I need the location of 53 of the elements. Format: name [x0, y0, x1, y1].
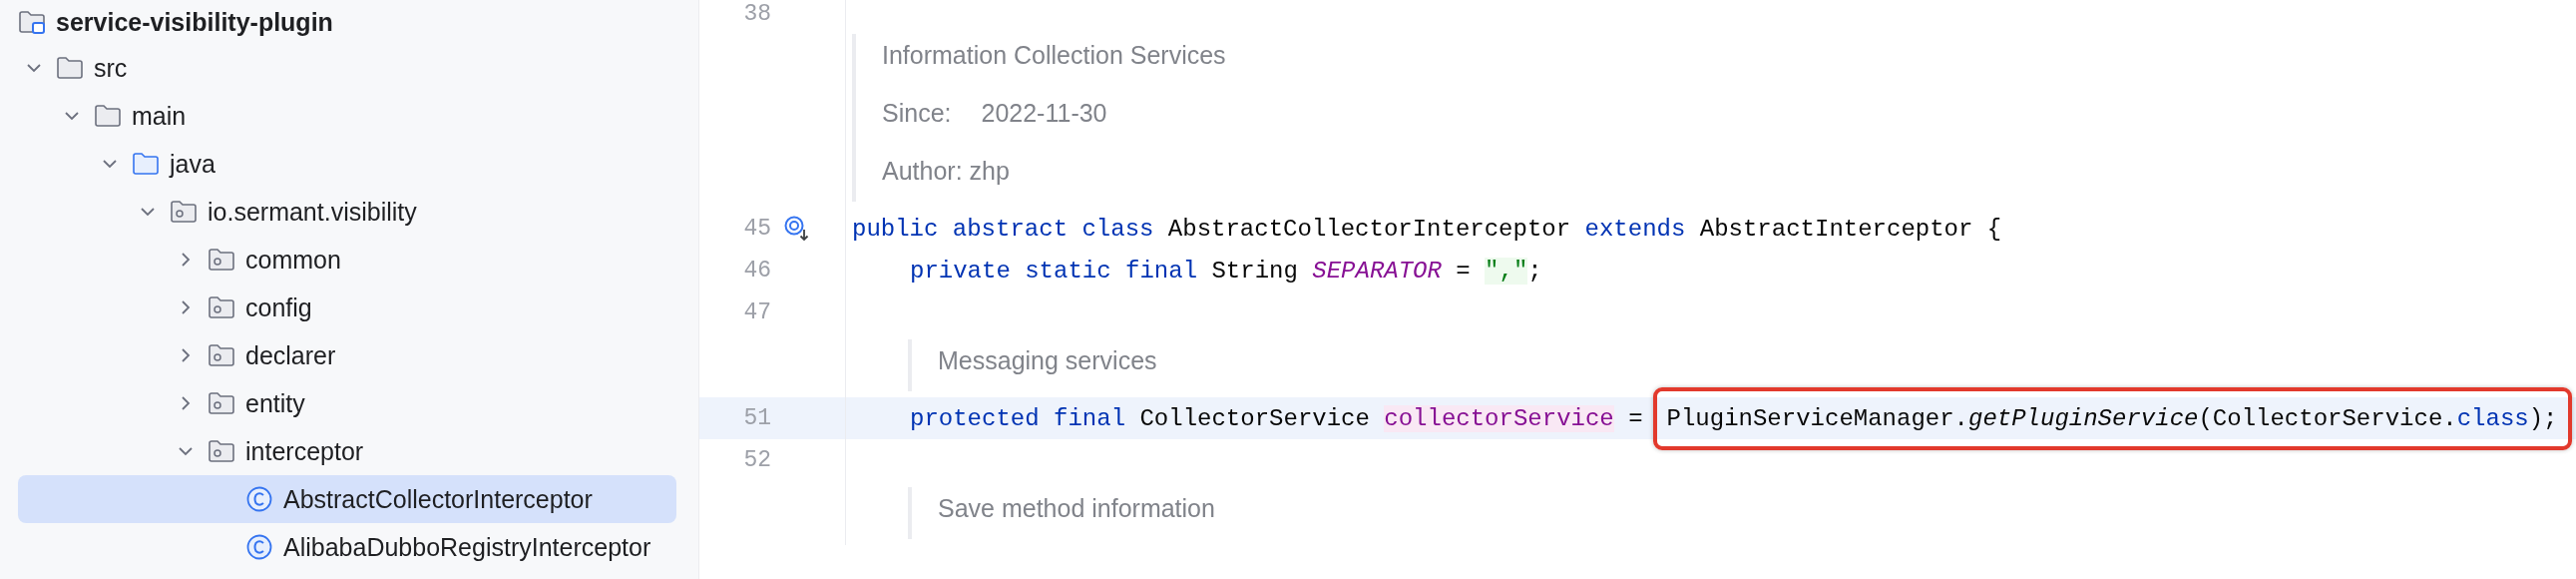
package-folder-icon	[170, 199, 198, 225]
tree-item[interactable]: AlibabaDubboRegistryInterceptor	[18, 523, 676, 571]
implemented-marker-icon[interactable]	[783, 215, 811, 243]
class-icon	[245, 486, 273, 512]
package-folder-icon	[208, 390, 235, 416]
doc-text: Information Collection Services	[882, 40, 1226, 71]
tree-item-label: main	[132, 101, 187, 131]
doc-value: 2022-11-30	[981, 98, 1107, 129]
tree-item-label: io.sermant.visibility	[208, 197, 417, 227]
doc-text: Messaging services	[938, 345, 1157, 376]
tree-item[interactable]: config	[18, 284, 676, 331]
code-line: public abstract class AbstractCollectorInterceptor extends AbstractInterceptor {	[852, 215, 2002, 243]
tree-item-label: common	[245, 245, 341, 275]
tree-item[interactable]: common	[18, 236, 676, 284]
tree-item-label: config	[245, 292, 312, 322]
tree-item[interactable]: main	[18, 92, 676, 140]
tree-item[interactable]: declarer	[18, 331, 676, 379]
doc-text: Save method information	[938, 493, 1215, 524]
doc-label: Since:	[882, 98, 952, 129]
package-folder-icon	[208, 438, 235, 464]
tree-item-label: entity	[245, 388, 305, 418]
tree-item[interactable]: AbstractCollectorInterceptor	[18, 475, 676, 523]
line-number: 45	[742, 216, 771, 242]
tree-item-label: declarer	[245, 340, 336, 370]
line-number: 51	[742, 405, 771, 431]
tree-item[interactable]: io.sermant.visibility	[18, 188, 676, 236]
package-folder-icon	[208, 294, 235, 320]
tree-item[interactable]: java	[18, 140, 676, 188]
tree-item[interactable]: service-visibility-plugin	[18, 0, 676, 44]
tree-item[interactable]: interceptor	[18, 427, 676, 475]
tree-item-label: AlibabaDubboRegistryInterceptor	[283, 532, 651, 562]
package-folder-icon	[208, 342, 235, 368]
tree-item-label: java	[170, 149, 215, 179]
code-line: private static final String SEPARATOR = ",";	[910, 257, 1542, 285]
highlight-box: PluginServiceManager.getPluginService(CollectorService.class);	[1652, 386, 2572, 450]
module-folder-icon	[18, 9, 46, 35]
tree-item[interactable]: entity	[18, 379, 676, 427]
tree-item-label: AbstractCollectorInterceptor	[283, 484, 593, 514]
tree-item-label: service-visibility-plugin	[56, 7, 333, 37]
folder-icon	[94, 103, 122, 129]
line-number: 46	[742, 258, 771, 284]
folder-icon	[56, 55, 84, 81]
doc-text: Author: zhp	[882, 156, 1011, 187]
line-number: 52	[742, 447, 771, 473]
code-line: protected final CollectorService collectorService =	[910, 404, 1643, 432]
folder-icon	[132, 151, 160, 177]
line-number: 47	[742, 299, 771, 325]
tree-item[interactable]: src	[18, 44, 676, 92]
tree-item-label: interceptor	[245, 436, 364, 466]
package-folder-icon	[208, 247, 235, 273]
class-icon	[245, 534, 273, 560]
tree-item-label: src	[94, 53, 128, 83]
line-number: 38	[742, 1, 771, 27]
